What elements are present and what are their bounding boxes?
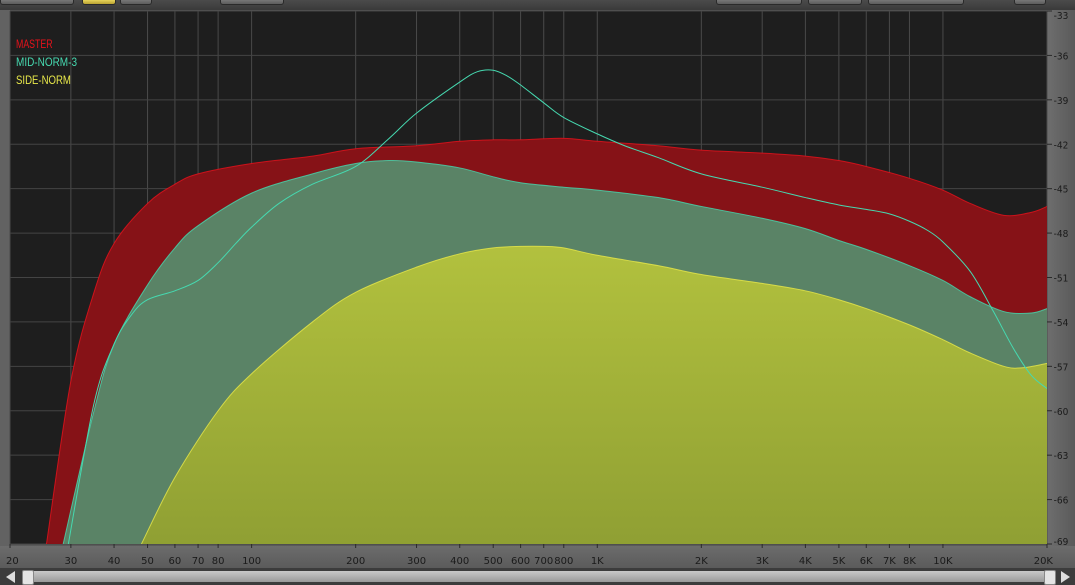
frequency-tick-label: 800 xyxy=(554,556,573,567)
scroll-track[interactable] xyxy=(22,571,1052,582)
frequency-tick-label: 8K xyxy=(903,556,916,567)
scroll-handle-right[interactable] xyxy=(1044,570,1056,585)
db-tick-label: -54 xyxy=(1054,318,1069,329)
scroll-left-icon[interactable] xyxy=(6,571,15,583)
db-tick-label: -33 xyxy=(1054,11,1069,22)
scroll-handle-left[interactable] xyxy=(22,570,34,585)
frequency-tick-label: 10K xyxy=(933,556,953,567)
db-tick-label: -57 xyxy=(1054,362,1069,373)
frequency-tick-label: 700 xyxy=(534,556,553,567)
frequency-tick-label: 5K xyxy=(832,556,845,567)
frequency-tick-label: 7K xyxy=(883,556,896,567)
frequency-tick-label: 30 xyxy=(65,556,78,567)
spectrum-chart: -33-36-39-42-45-48-51-54-57-60-63-66-69 … xyxy=(6,10,1069,567)
legend-item: MASTER xyxy=(16,37,53,51)
db-tick-labels: -33 -36 -39 -42 -45 -48 -51 -54 -57 -60 -63 -66 -69 xyxy=(1047,10,1069,548)
frequency-tick-label: 400 xyxy=(450,556,469,567)
db-tick-label: -66 xyxy=(1054,496,1069,507)
frequency-tick-label: 40 xyxy=(108,556,121,567)
frequency-tick-label: 50 xyxy=(141,556,154,567)
scroll-right-icon[interactable] xyxy=(1061,571,1070,583)
frequency-tick-label: 100 xyxy=(242,556,261,567)
db-tick-label: -60 xyxy=(1054,407,1069,418)
db-tick-label: -42 xyxy=(1054,140,1069,151)
frequency-tick-label: 4K xyxy=(799,556,812,567)
db-tick-label: -45 xyxy=(1054,185,1069,196)
legend: MASTER MID-NORM-3 SIDE-NORM xyxy=(16,37,77,87)
frequency-tick-label: 6K xyxy=(860,556,873,567)
horizontal-scrollbar[interactable] xyxy=(0,568,1075,585)
db-tick-label: -48 xyxy=(1054,229,1069,240)
legend-item: SIDE-NORM xyxy=(16,73,71,87)
series-layer xyxy=(45,69,1047,544)
frequency-tick-labels: 20 30 40 50 60 70 80 100 200 300 400 500 600 700 800 1K… xyxy=(6,544,1053,567)
legend-item: MID-NORM-3 xyxy=(16,55,77,69)
frequency-tick-label: 3K xyxy=(756,556,769,567)
db-tick-label: -69 xyxy=(1054,537,1069,548)
frequency-tick-label: 300 xyxy=(407,556,426,567)
db-tick-label: -63 xyxy=(1054,451,1069,462)
frequency-tick-label: 200 xyxy=(346,556,365,567)
db-tick-label: -39 xyxy=(1054,96,1069,107)
frequency-tick-label: 20 xyxy=(6,556,19,567)
frequency-tick-label: 500 xyxy=(484,556,503,567)
frequency-tick-label: 20K xyxy=(1034,556,1054,567)
frequency-tick-label: 2K xyxy=(695,556,708,567)
db-tick-label: -51 xyxy=(1054,274,1069,285)
frequency-tick-label: 60 xyxy=(169,556,182,567)
frequency-tick-label: 600 xyxy=(511,556,530,567)
db-tick-label: -36 xyxy=(1054,51,1069,62)
frequency-tick-label: 70 xyxy=(192,556,205,567)
frequency-tick-label: 1K xyxy=(591,556,604,567)
frequency-tick-label: 80 xyxy=(212,556,225,567)
